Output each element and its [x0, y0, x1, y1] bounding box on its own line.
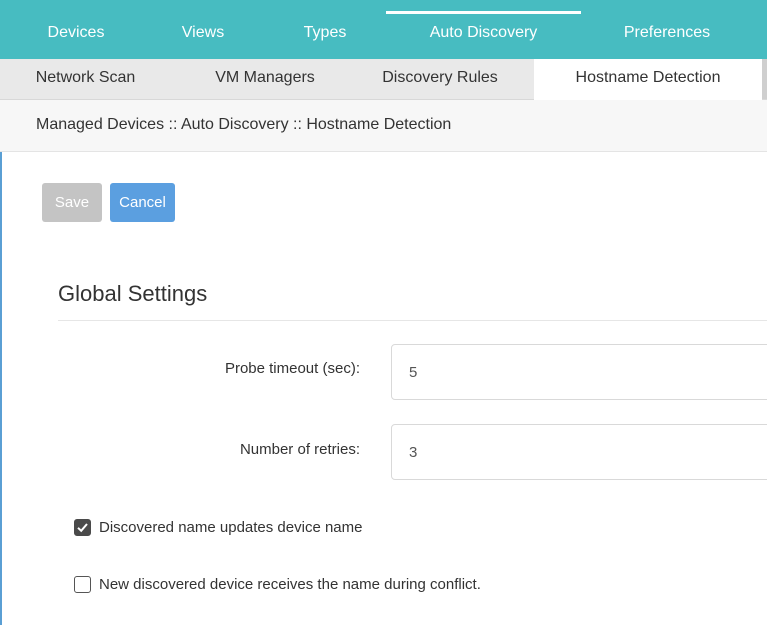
section-title: Global Settings — [58, 281, 208, 306]
subtab-vm-managers[interactable]: VM Managers — [190, 59, 340, 99]
retries-label: Number of retries: — [239, 441, 360, 458]
updates-name-label: Discovered name updates device name — [99, 519, 363, 536]
checkmark-icon — [77, 523, 88, 533]
save-button[interactable]: Save — [42, 183, 102, 222]
cancel-button[interactable]: Cancel — [110, 183, 175, 222]
sub-nav: Network Scan VM Managers Discovery Rules… — [0, 59, 767, 100]
retries-input[interactable] — [391, 424, 767, 480]
top-nav: Devices Views Types Auto Discovery Prefe… — [0, 0, 767, 59]
tab-auto-discovery[interactable]: Auto Discovery — [386, 11, 581, 52]
updates-name-checkbox[interactable] — [74, 519, 91, 536]
breadcrumb: Managed Devices :: Auto Discovery :: Hos… — [36, 116, 452, 133]
tab-devices[interactable]: Devices — [30, 14, 122, 52]
tab-preferences[interactable]: Preferences — [592, 14, 742, 52]
probe-timeout-input[interactable] — [391, 344, 767, 400]
new-device-conflict-checkbox[interactable] — [74, 576, 91, 593]
tab-types[interactable]: Types — [287, 14, 363, 52]
probe-timeout-label: Probe timeout (sec): — [224, 360, 360, 377]
tab-views[interactable]: Views — [167, 14, 239, 52]
section-divider — [58, 320, 767, 321]
subtab-hostname-detection[interactable]: Hostname Detection — [534, 59, 762, 100]
subtab-network-scan[interactable]: Network Scan — [18, 59, 153, 99]
breadcrumb-bar: Managed Devices :: Auto Discovery :: Hos… — [0, 100, 767, 152]
new-device-conflict-label: New discovered device receives the name … — [99, 576, 481, 593]
subtab-discovery-rules[interactable]: Discovery Rules — [360, 59, 520, 99]
subnav-overflow-edge — [762, 59, 767, 99]
